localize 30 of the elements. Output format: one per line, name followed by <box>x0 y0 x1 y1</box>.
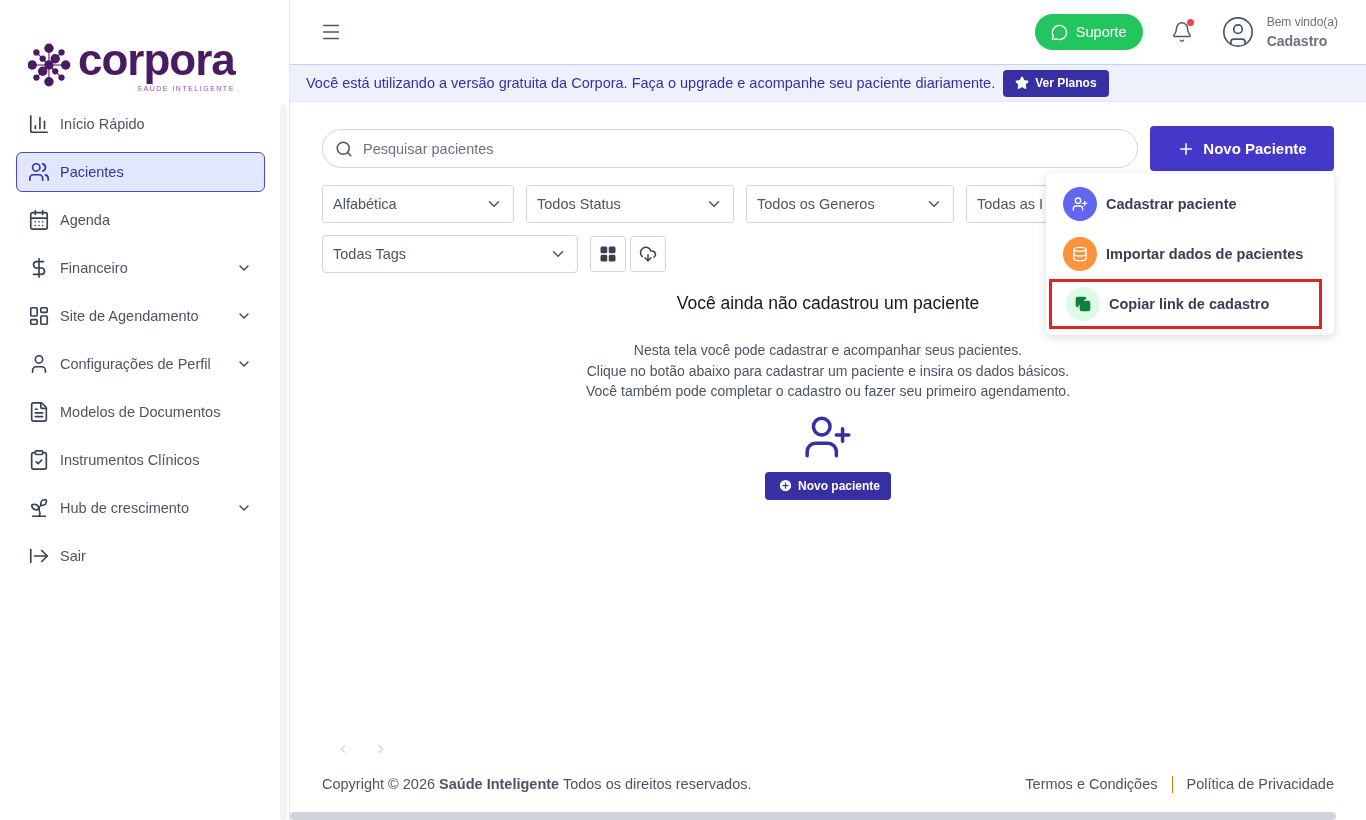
greeting-text: Bem vindo(a) <box>1266 15 1338 29</box>
filter-select[interactable]: Todos Status <box>526 185 734 223</box>
tags-select[interactable]: Todas Tags <box>322 235 578 273</box>
sidebar-item[interactable]: Início Rápido <box>16 104 265 144</box>
sidebar-item[interactable]: Sair <box>16 536 265 576</box>
menu-item[interactable]: Copiar link de cadastro <box>1049 279 1322 329</box>
sidebar-item[interactable]: Pacientes <box>16 152 265 192</box>
sidebar-item[interactable]: Instrumentos Clínicos <box>16 440 265 480</box>
new-patient-button[interactable]: Novo paciente <box>765 471 891 500</box>
empty-title: Você ainda não cadastrou um paciente <box>676 293 980 314</box>
sidebar-item[interactable]: Agenda <box>16 200 265 240</box>
sidebar-item[interactable]: Hub de crescimento <box>16 488 265 528</box>
footer-link[interactable]: Política de Privacidade <box>1186 776 1334 792</box>
banner-text: Você está utilizando a versão gratuita da Corpora. Faça o upgrade e acompanhe seu paciente diariamente. <box>306 75 996 91</box>
sidebar-item[interactable]: Configurações de Perfil <box>16 344 265 384</box>
sidebar-item[interactable]: Financeiro <box>16 248 265 288</box>
empty-description: Você também pode completar o cadastro ou fazer seu primeiro agendamento. <box>585 382 1071 401</box>
filter-select[interactable]: Todos os Generos <box>746 185 954 223</box>
user-name: Cadastro <box>1266 33 1329 49</box>
plans-button[interactable]: Ver Planos <box>1003 69 1109 97</box>
empty-description: Nesta tela você pode cadastrar e acompanhar seus pacientes. <box>633 341 1023 360</box>
copyright-text: Copyright © 2026 Saúde Inteligente Todos os direitos reservados. <box>322 776 752 792</box>
footer-link[interactable]: Termos e Condições <box>1025 776 1158 792</box>
sidebar-item[interactable]: Site de Agendamento <box>16 296 265 336</box>
filter-select[interactable]: Alfabética <box>322 185 514 223</box>
menu-item[interactable]: Importar dados de pacientes <box>1046 229 1334 279</box>
sidebar-item[interactable]: Modelos de Documentos <box>16 392 265 432</box>
logo-wordmark: corpora <box>78 37 235 84</box>
empty-description: Clique no botão abaixo para cadastrar um paciente e insira os dados básicos. <box>586 361 1070 381</box>
new-patient-button[interactable]: Novo Paciente <box>1150 126 1334 171</box>
